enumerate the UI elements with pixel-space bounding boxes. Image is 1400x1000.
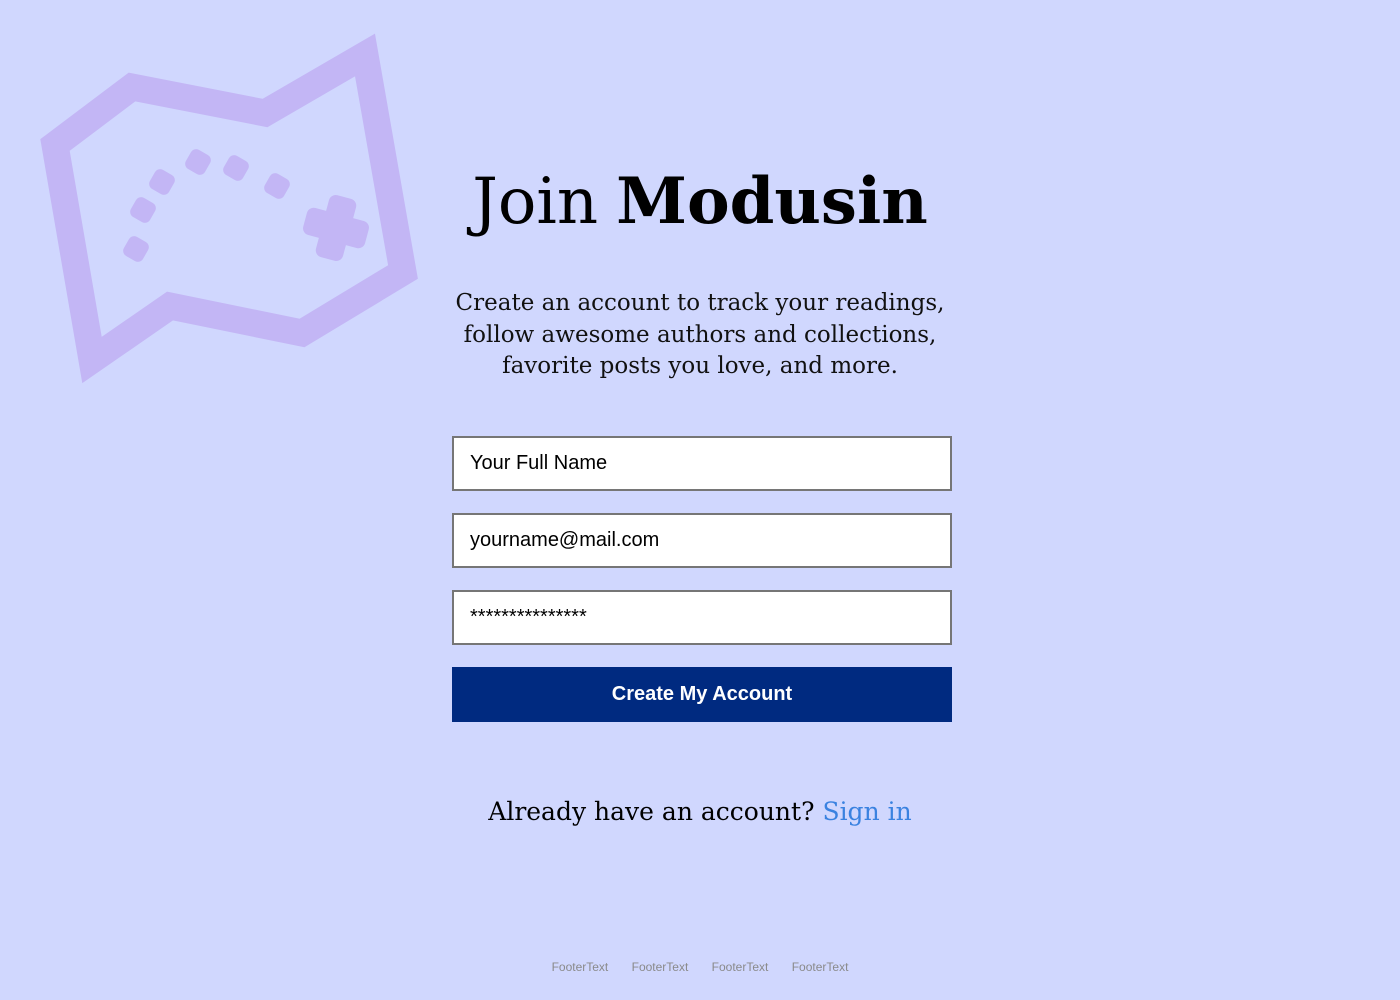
subtitle-line: follow awesome authors and collections, bbox=[463, 321, 937, 348]
subtitle-line: favorite posts you love, and more. bbox=[502, 353, 898, 379]
footer-link[interactable]: FooterText bbox=[632, 960, 689, 974]
subtitle-line: Create an account to track your readings… bbox=[455, 290, 945, 316]
footer-link[interactable]: FooterText bbox=[792, 960, 849, 974]
title-join: Join bbox=[472, 165, 599, 239]
full-name-field[interactable] bbox=[452, 436, 952, 491]
password-field[interactable] bbox=[452, 590, 952, 645]
footer: FooterText FooterText FooterText FooterT… bbox=[0, 960, 1400, 974]
signin-prompt: Already have an account? Sign in bbox=[0, 795, 1400, 829]
create-account-button[interactable]: Create My Account bbox=[452, 667, 952, 722]
footer-link[interactable]: FooterText bbox=[552, 960, 609, 974]
page-title: Join Modusin bbox=[0, 160, 1400, 244]
title-brand: Modusin bbox=[616, 164, 928, 239]
signin-prompt-text: Already have an account? bbox=[488, 797, 815, 826]
subtitle: Create an account to track your readings… bbox=[400, 288, 1000, 383]
footer-link[interactable]: FooterText bbox=[712, 960, 769, 974]
email-field[interactable] bbox=[452, 513, 952, 568]
sign-in-link[interactable]: Sign in bbox=[822, 797, 911, 826]
